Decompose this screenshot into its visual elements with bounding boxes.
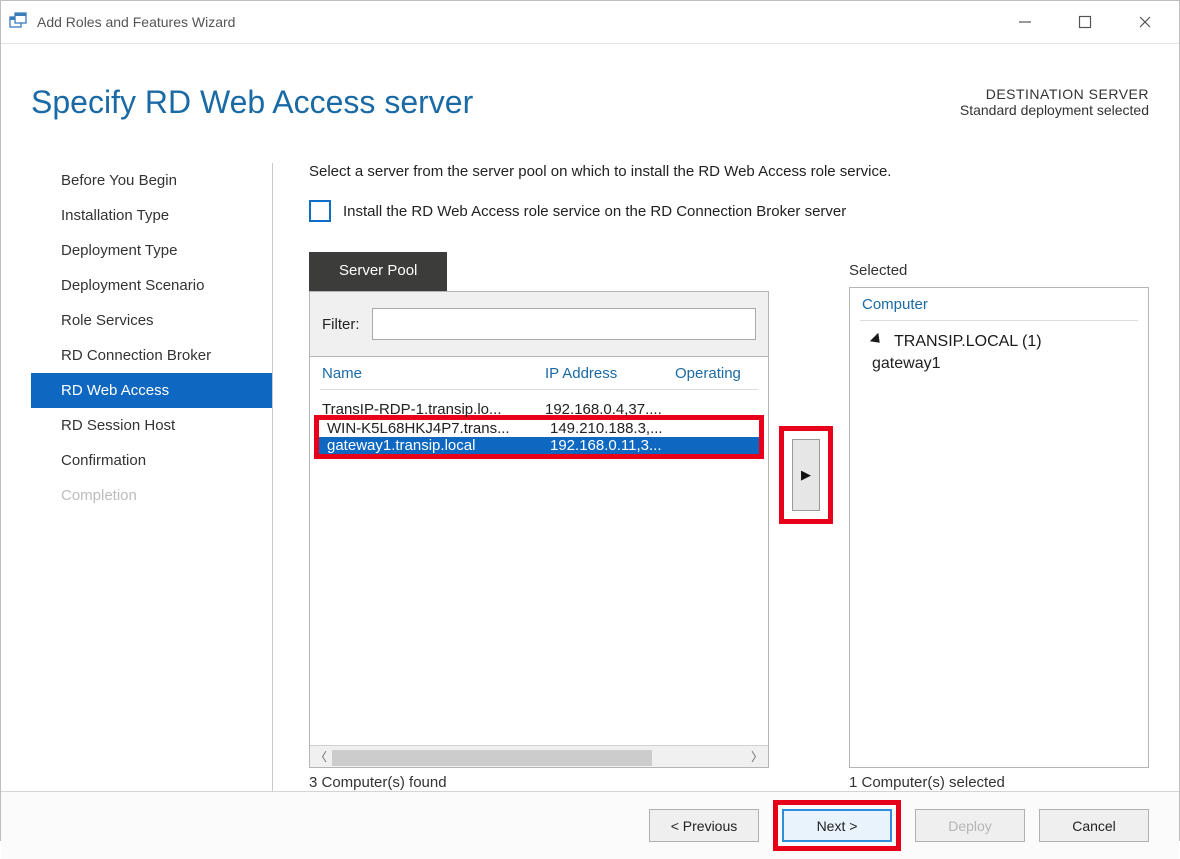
move-button-highlight: ▶ — [779, 426, 833, 524]
step-rd-web-access[interactable]: RD Web Access — [31, 373, 272, 408]
page-title: Specify RD Web Access server — [31, 84, 473, 121]
tree-group[interactable]: TRANSIP.LOCAL (1) — [862, 333, 1136, 351]
next-button-highlight: Next > — [773, 800, 901, 851]
cancel-button[interactable]: Cancel — [1039, 809, 1149, 842]
wizard-steps: Before You Begin Installation Type Deplo… — [31, 163, 273, 791]
scroll-right-icon[interactable]: 〉 — [746, 748, 768, 765]
tree-group-label: TRANSIP.LOCAL (1) — [894, 333, 1042, 351]
step-confirmation[interactable]: Confirmation — [31, 443, 272, 478]
step-rd-session-host[interactable]: RD Session Host — [31, 408, 272, 443]
selected-box: Computer TRANSIP.LOCAL (1) gateway1 — [849, 287, 1149, 768]
col-name[interactable]: Name — [322, 365, 545, 382]
step-completion: Completion — [31, 478, 272, 513]
add-server-button[interactable]: ▶ — [792, 439, 820, 511]
table-row-selected[interactable]: gateway1.transip.local 192.168.0.11,3... — [319, 437, 759, 454]
col-ip[interactable]: IP Address — [545, 365, 675, 382]
tree-item[interactable]: gateway1 — [862, 351, 1136, 373]
filter-input[interactable] — [372, 308, 757, 340]
destination-server: DESTINATION SERVER Standard deployment s… — [960, 84, 1149, 118]
step-deployment-scenario[interactable]: Deployment Scenario — [31, 268, 272, 303]
window-title: Add Roles and Features Wizard — [37, 14, 235, 30]
step-role-services[interactable]: Role Services — [31, 303, 272, 338]
selected-status: 1 Computer(s) selected — [849, 768, 1149, 791]
filter-label: Filter: — [322, 316, 360, 333]
chevron-right-icon: ▶ — [801, 467, 811, 483]
step-installation-type[interactable]: Installation Type — [31, 198, 272, 233]
app-icon — [9, 12, 29, 30]
filter-bar: Filter: — [309, 291, 769, 357]
row-highlight: WIN-K5L68HKJ4P7.trans... 149.210.188.3,.… — [314, 415, 764, 459]
grid-header: Name IP Address Operating — [310, 357, 768, 390]
selected-panel: Selected Computer TRANSIP.LOCAL (1) gate… — [849, 252, 1149, 791]
title-bar: Add Roles and Features Wizard — [1, 1, 1179, 44]
step-before-you-begin[interactable]: Before You Begin — [31, 163, 272, 198]
install-on-broker-label: Install the RD Web Access role service o… — [343, 203, 846, 220]
server-pool-panel: Server Pool Filter: Name IP Address Oper… — [309, 252, 769, 791]
pool-tabstrip: Server Pool — [309, 252, 769, 291]
server-pool-tab[interactable]: Server Pool — [309, 252, 447, 291]
selected-title: Selected — [849, 252, 1149, 287]
step-deployment-type[interactable]: Deployment Type — [31, 233, 272, 268]
close-button[interactable] — [1115, 2, 1175, 42]
install-on-broker-checkbox[interactable] — [309, 200, 331, 222]
instruction-text: Select a server from the server pool on … — [309, 163, 1149, 180]
wizard-footer: < Previous Next > Deploy Cancel — [1, 791, 1179, 859]
maximize-button[interactable] — [1055, 2, 1115, 42]
scroll-left-icon[interactable]: 〈 — [310, 748, 332, 765]
step-rd-connection-broker[interactable]: RD Connection Broker — [31, 338, 272, 373]
server-pool-grid: Name IP Address Operating TransIP-RDP-1.… — [309, 357, 769, 768]
destination-label: DESTINATION SERVER — [960, 86, 1149, 102]
next-button[interactable]: Next > — [782, 809, 892, 842]
previous-button[interactable]: < Previous — [649, 809, 759, 842]
scroll-thumb[interactable] — [332, 750, 652, 766]
table-row[interactable]: WIN-K5L68HKJ4P7.trans... 149.210.188.3,.… — [319, 420, 759, 437]
deploy-button: Deploy — [915, 809, 1025, 842]
grid-body: TransIP-RDP-1.transip.lo... 192.168.0.4,… — [310, 390, 768, 745]
destination-value: Standard deployment selected — [960, 102, 1149, 118]
wizard-header: Specify RD Web Access server DESTINATION… — [1, 44, 1179, 171]
caret-down-icon — [870, 333, 888, 351]
grid-hscrollbar[interactable]: 〈 〉 — [310, 745, 768, 767]
selected-header[interactable]: Computer — [850, 288, 1148, 321]
install-on-broker-row[interactable]: Install the RD Web Access role service o… — [309, 200, 1149, 222]
selected-tree: TRANSIP.LOCAL (1) gateway1 — [850, 321, 1148, 385]
pool-status: 3 Computer(s) found — [309, 768, 769, 791]
minimize-button[interactable] — [995, 2, 1055, 42]
table-row[interactable]: TransIP-RDP-1.transip.lo... 192.168.0.4,… — [310, 400, 768, 419]
col-os[interactable]: Operating — [675, 365, 745, 382]
